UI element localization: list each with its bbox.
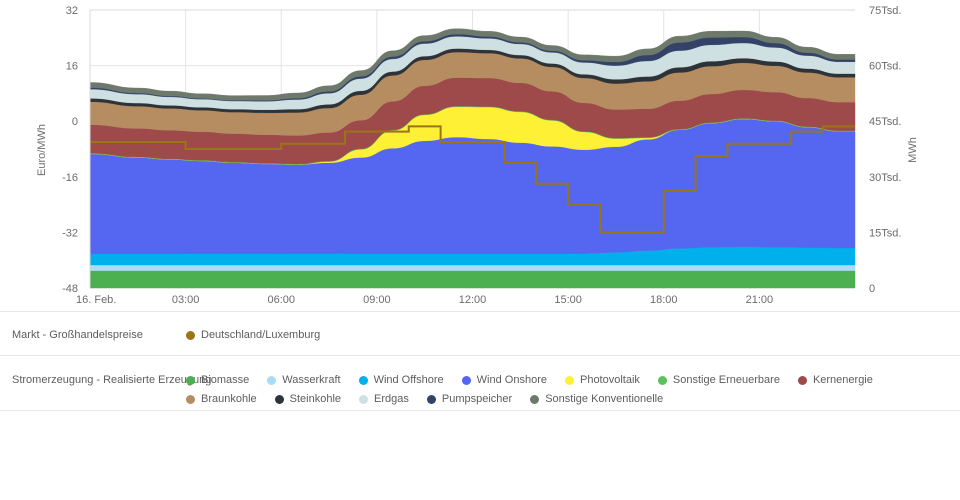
legend-color-dot-icon [657,375,667,385]
y-axis-left-title: Euro/MWh [36,124,48,176]
legend-item-sonstige-konventionelle[interactable]: Sonstige Konventionelle [530,391,663,407]
x-axis-tick-label: 21:00 [746,294,774,306]
legend-item-kernenergie[interactable]: Kernenergie [797,372,873,388]
legend-market-title: Markt - Großhandelspreise [12,329,143,341]
legend-item-label: Wind Offshore [373,374,444,386]
y-axis-right-tick-label: 15Tsd. [869,227,901,239]
y-axis-right-tick-label: 0 [869,283,875,295]
legend-item-label: Steinkohle [289,393,342,405]
legend-color-dot-icon [186,375,195,385]
stacked-area-series [89,28,856,289]
legend-item-label: Pumpspeicher [441,393,513,405]
legend-item-erdgas[interactable]: Erdgas [359,391,409,407]
area-series-biomasse [89,270,856,289]
x-axis-tick-label: 09:00 [363,294,391,306]
y-axis-right-title: MWh [907,137,919,163]
legend-item-steinkohle[interactable]: Steinkohle [274,391,342,407]
x-axis-tick-label: 03:00 [172,294,200,306]
legend-color-dot-icon [359,394,369,404]
legend-item-biomasse[interactable]: Biomasse [186,372,249,388]
legend-color-dot-icon [797,375,807,385]
legend-generation: Stromerzeugung - Realisierte Erzeugung B… [0,355,960,410]
legend-generation-items: Biomasse Wasserkraft Wind Offshore Wind Ons… [186,355,960,407]
legend-color-dot-icon [461,375,471,385]
legend-color-dot-icon [564,375,574,385]
legend-market: Markt - Großhandelspreise Deutschland/Lu… [0,311,960,355]
x-axis-tick-label: 15:00 [554,294,582,306]
legend-market-items: Deutschland/Luxemburg [186,311,960,343]
legend-item-wind-offshore[interactable]: Wind Offshore [358,372,444,388]
legend-item-label: Deutschland/Luxemburg [201,329,321,341]
chart-page: 32 16 0 -16 -32 -48 75Tsd. 60Tsd. 45Tsd. 30Tsd. 1… [0,0,960,500]
legend-item-pumpspeicher[interactable]: Pumpspeicher [426,391,513,407]
x-axis-tick-label: 16. Feb. [76,294,116,306]
energy-stacked-area-chart[interactable]: 32160-16-32-48 75Tsd.60Tsd.45Tsd.30Tsd.1… [0,0,960,311]
legend-color-dot-icon [186,394,195,404]
legend-color-dot-icon [274,394,284,404]
y-axis-left-tick-label: -16 [62,172,78,184]
y-axis-left-tick-label: -32 [62,227,78,239]
legend-item-label: Sonstige Konventionelle [545,393,664,405]
x-axis-tick-label: 12:00 [459,294,487,306]
legend-item-photovoltaik[interactable]: Photovoltaik [564,372,640,388]
legend-item-label: Wasserkraft [282,374,341,386]
legend-item-deutschland-luxemburg[interactable]: Deutschland/Luxemburg [186,327,320,343]
separator-bottom [0,410,960,411]
y-axis-right-tick-label: 30Tsd. [869,172,901,184]
chart-region: 32 16 0 -16 -32 -48 75Tsd. 60Tsd. 45Tsd. 30Tsd. 1… [0,0,960,311]
legend-item-label: Wind Onshore [476,374,547,386]
y-axis-left-ticks: 32160-16-32-48 [62,5,78,295]
x-axis-ticks: 16. Feb. 03:00 06:00 09:00 12:00 15:00 18:00 21… [76,294,773,306]
y-axis-left-tick-label: 0 [72,116,78,128]
legend-item-label: Braunkohle [201,393,257,405]
legend-item-label: Photovoltaik [579,374,640,386]
legend-item-label: Kernenergie [812,374,873,386]
legend-item-label: Sonstige Erneuerbare [672,374,780,386]
x-axis-tick-label: 06:00 [267,294,295,306]
legend-item-label: Erdgas [374,393,409,405]
legend-item-braunkohle[interactable]: Braunkohle [186,391,257,407]
y-axis-left-tick-label: 32 [66,5,78,17]
y-axis-right-tick-label: 75Tsd. [869,5,901,17]
legend-color-dot-icon [186,330,195,340]
legend-color-dot-icon [530,394,540,404]
y-axis-right-tick-label: 45Tsd. [869,116,901,128]
legend-item-sonstige-erneuerbare[interactable]: Sonstige Erneuerbare [657,372,780,388]
legend-color-dot-icon [426,394,436,404]
legend-item-wind-onshore[interactable]: Wind Onshore [461,372,547,388]
legend-color-dot-icon [267,375,277,385]
y-axis-right-tick-label: 60Tsd. [869,61,901,73]
legend-item-wasserkraft[interactable]: Wasserkraft [267,372,341,388]
area-series-wasserkraft [89,264,856,271]
y-axis-right-ticks: 75Tsd. 60Tsd. 45Tsd. 30Tsd. 15Tsd. 0 [869,5,901,295]
legend-generation-title: Stromerzeugung - Realisierte Erzeugung [12,374,212,386]
legend-item-label: Biomasse [201,374,250,386]
x-axis-tick-label: 18:00 [650,294,678,306]
y-axis-left-tick-label: 16 [66,61,78,73]
legend-color-dot-icon [358,375,368,385]
